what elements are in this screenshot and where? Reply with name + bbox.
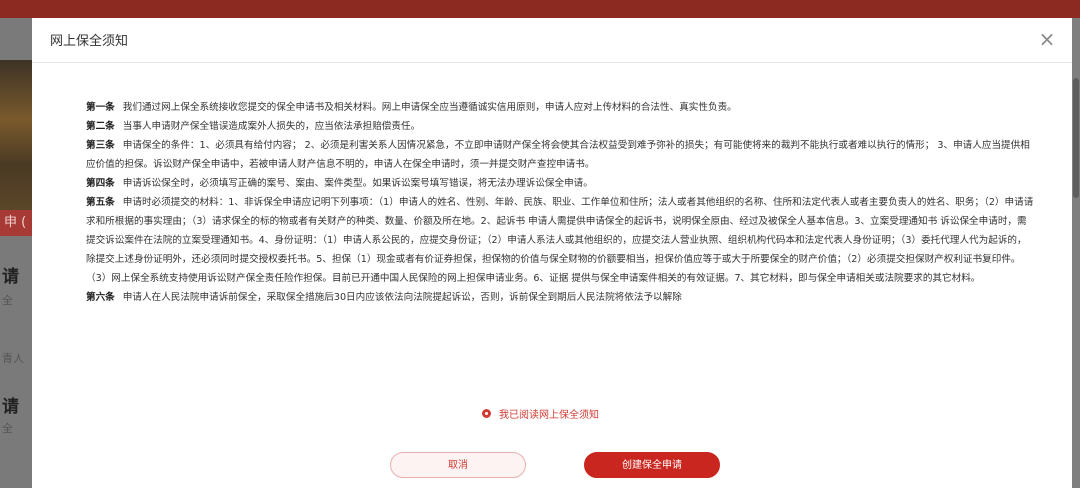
background-photo bbox=[0, 60, 32, 210]
agree-checkbox[interactable]: 我已阅读网上保全须知 bbox=[482, 406, 599, 421]
background-text-2: 全 bbox=[2, 294, 13, 307]
notice-modal: 网上保全须知 × 第一条 我们通过网上保全系统接收您提交的保全申请书及相关材料。网… bbox=[32, 18, 1072, 488]
article-5: 第五条 申请时必须提交的材料：1、非诉保全申请应记明下列事项：（1）申请人的姓名、… bbox=[86, 197, 1034, 284]
article-2: 第二条 当事人申请财产保全错误造成案外人损失的，应当依法承担赔偿责任。 bbox=[86, 121, 421, 132]
article-4: 第四条 申请诉讼保全时，必须填写正确的案号、案由、案件类型。如果诉讼案号填写错误，… bbox=[86, 178, 593, 189]
create-preservation-button[interactable]: 创建保全申请 bbox=[584, 452, 720, 478]
background-banner bbox=[0, 0, 1080, 18]
article-1: 第一条 我们通过网上保全系统接收您提交的保全申请书及相关材料。网上申请保全应当遵循… bbox=[86, 102, 737, 113]
background-text-5: 全 bbox=[2, 422, 13, 435]
background-text-3: 青人 bbox=[2, 352, 24, 365]
modal-title: 网上保全须知 bbox=[50, 34, 129, 49]
background-red-tab: 申 ( bbox=[0, 210, 32, 236]
notice-content: 第一条 我们通过网上保全系统接收您提交的保全申请书及相关材料。网上申请保全应当遵循… bbox=[86, 98, 1034, 307]
background-text-1: 请 bbox=[2, 267, 19, 287]
background-scrollbar-thumb[interactable] bbox=[1073, 78, 1079, 198]
background-scrollbar[interactable] bbox=[1072, 18, 1080, 488]
article-3: 第三条 申请保全的条件：1、必须具有给付内容； 2、必须是利害关系人因情况紧急，不… bbox=[86, 140, 1030, 170]
cancel-button[interactable]: 取消 bbox=[390, 452, 526, 478]
radio-checked-icon[interactable] bbox=[482, 409, 491, 418]
agree-label: 我已阅读网上保全须知 bbox=[499, 410, 599, 421]
modal-header: 网上保全须知 × bbox=[32, 18, 1072, 63]
close-icon[interactable]: × bbox=[1034, 26, 1060, 52]
background-text-4: 请 bbox=[2, 397, 19, 417]
article-6: 第六条 申请人在人民法院申请诉前保全，采取保全措施后30日内应该依法向法院提起诉讼… bbox=[86, 292, 682, 303]
